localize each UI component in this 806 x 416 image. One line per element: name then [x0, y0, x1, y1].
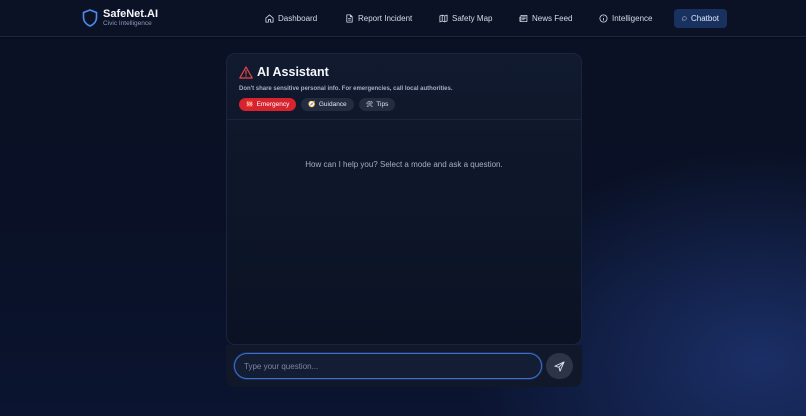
info-icon: [599, 14, 608, 23]
send-icon: [554, 360, 565, 372]
brand-name: SafeNet.AI: [103, 8, 159, 20]
warning-triangle-icon: [239, 65, 253, 79]
mode-emergency-label: Emergency: [256, 101, 290, 108]
sos-icon: 🆘: [246, 102, 254, 108]
mode-tips-button[interactable]: 🛠 Tips: [358, 98, 396, 111]
nav-label-report-incident: Report Incident: [358, 14, 413, 23]
nav-label-chatbot: Chatbot: [690, 14, 719, 23]
newspaper-icon: [519, 14, 528, 23]
brand-tagline: Civic Intelligence: [103, 20, 152, 27]
compass-icon: 🧭: [308, 102, 316, 108]
nav-item-news-feed[interactable]: News Feed: [511, 9, 580, 28]
file-icon: [346, 14, 353, 23]
nav-item-dashboard[interactable]: Dashboard: [257, 9, 325, 28]
mode-emergency-button[interactable]: 🆘 Emergency: [239, 98, 297, 111]
assistant-panel: AI Assistant Don't share sensitive perso…: [226, 53, 582, 345]
top-navbar: SafeNet.AI Civic Intelligence Dashboard …: [0, 0, 806, 37]
chat-icon: [682, 16, 687, 21]
nav-label-safety-map: Safety Map: [452, 14, 493, 23]
nav-item-report-incident[interactable]: Report Incident: [337, 9, 420, 28]
message-composer: [226, 345, 582, 387]
nav-item-chatbot[interactable]: Chatbot: [674, 9, 727, 28]
empty-state-message: How can I help you? Select a mode and as…: [305, 160, 503, 169]
nav-label-intelligence: Intelligence: [612, 14, 653, 23]
mode-guidance-button[interactable]: 🧭 Guidance: [301, 98, 354, 111]
header-divider: [227, 119, 581, 120]
assistant-header: AI Assistant Don't share sensitive perso…: [239, 65, 569, 111]
home-icon: [265, 14, 274, 23]
shield-icon: [82, 9, 98, 28]
nav-item-intelligence[interactable]: Intelligence: [591, 9, 660, 28]
nav-item-safety-map[interactable]: Safety Map: [431, 9, 500, 28]
nav-label-dashboard: Dashboard: [278, 14, 318, 23]
nav-label-news-feed: News Feed: [532, 14, 573, 23]
map-icon: [439, 14, 448, 23]
send-button[interactable]: [546, 353, 573, 379]
mode-guidance-label: Guidance: [318, 101, 347, 108]
assistant-title: AI Assistant: [257, 65, 329, 79]
privacy-disclaimer: Don't share sensitive personal info. For…: [239, 86, 453, 92]
brand-logo[interactable]: SafeNet.AI Civic Intelligence: [82, 9, 158, 28]
tools-icon: 🛠: [365, 102, 374, 108]
question-input[interactable]: [234, 353, 542, 379]
mode-tips-label: Tips: [376, 101, 389, 108]
mode-selector: 🆘 Emergency 🧭 Guidance 🛠 Tips: [239, 98, 569, 111]
